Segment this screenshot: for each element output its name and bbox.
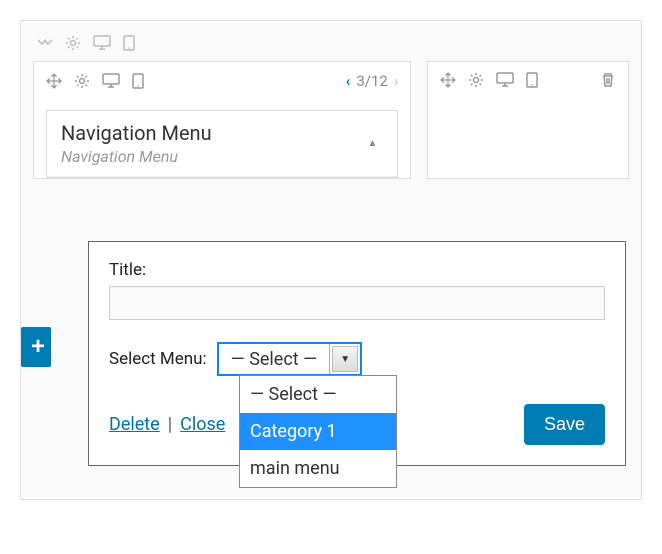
- widget-subtitle: Navigation Menu: [61, 147, 361, 166]
- move-icon[interactable]: [440, 72, 456, 88]
- gear-icon[interactable]: [468, 72, 484, 88]
- widget-titles: Navigation Menu Navigation Menu: [61, 121, 361, 166]
- pager-prev[interactable]: ‹: [346, 72, 351, 90]
- select-menu[interactable]: — Select — ▼: [217, 342, 363, 376]
- delete-link[interactable]: Delete: [109, 414, 160, 435]
- dropdown-option[interactable]: — Select —: [240, 376, 396, 413]
- move-icon[interactable]: [46, 73, 62, 89]
- widget-header[interactable]: Navigation Menu Navigation Menu ▲: [47, 111, 397, 177]
- panels-row: ‹ 3/12 › Navigation Menu Navigation Menu…: [33, 61, 629, 179]
- pager-count: 3/12: [356, 72, 387, 90]
- select-menu-value: — Select —: [219, 344, 331, 374]
- save-button[interactable]: Save: [524, 404, 605, 445]
- close-link[interactable]: Close: [180, 414, 225, 435]
- widget-title: Navigation Menu: [61, 121, 361, 145]
- widget: Navigation Menu Navigation Menu ▲: [46, 110, 398, 178]
- dropdown-option[interactable]: main menu: [240, 450, 396, 487]
- title-label: Title:: [109, 260, 605, 280]
- tablet-icon[interactable]: [123, 35, 135, 51]
- select-menu-dropdown: — Select — Category 1 main menu: [239, 375, 397, 488]
- collapse-icon[interactable]: ▲: [361, 132, 383, 155]
- dropdown-option[interactable]: Category 1: [240, 413, 396, 450]
- dropdown-toggle-icon[interactable]: ▼: [332, 346, 358, 372]
- trash-icon[interactable]: [600, 72, 616, 88]
- parent-toolbar: [33, 33, 629, 61]
- select-menu-row: Select Menu: — Select — ▼ — Select — Cat…: [109, 342, 605, 376]
- separator: |: [164, 414, 176, 435]
- left-panel: ‹ 3/12 › Navigation Menu Navigation Menu…: [33, 61, 411, 179]
- pager: ‹ 3/12 ›: [346, 72, 399, 90]
- chevron-down-icon[interactable]: [37, 37, 53, 49]
- builder-frame: ‹ 3/12 › Navigation Menu Navigation Menu…: [20, 20, 642, 500]
- widget-body: Title: Select Menu: — Select — ▼ — Selec…: [88, 241, 626, 466]
- tablet-icon[interactable]: [132, 73, 144, 89]
- pager-next[interactable]: ›: [394, 72, 399, 90]
- desktop-icon[interactable]: [93, 35, 111, 51]
- right-panel: [427, 61, 629, 179]
- gear-icon[interactable]: [74, 73, 90, 89]
- select-menu-label: Select Menu:: [109, 349, 207, 369]
- gear-icon[interactable]: [65, 35, 81, 51]
- tablet-icon[interactable]: [526, 72, 538, 88]
- right-panel-toolbar: [440, 72, 616, 88]
- desktop-icon[interactable]: [496, 72, 514, 88]
- add-button[interactable]: +: [21, 327, 51, 367]
- left-panel-toolbar: ‹ 3/12 ›: [34, 62, 410, 100]
- title-input[interactable]: [109, 286, 605, 320]
- desktop-icon[interactable]: [102, 73, 120, 89]
